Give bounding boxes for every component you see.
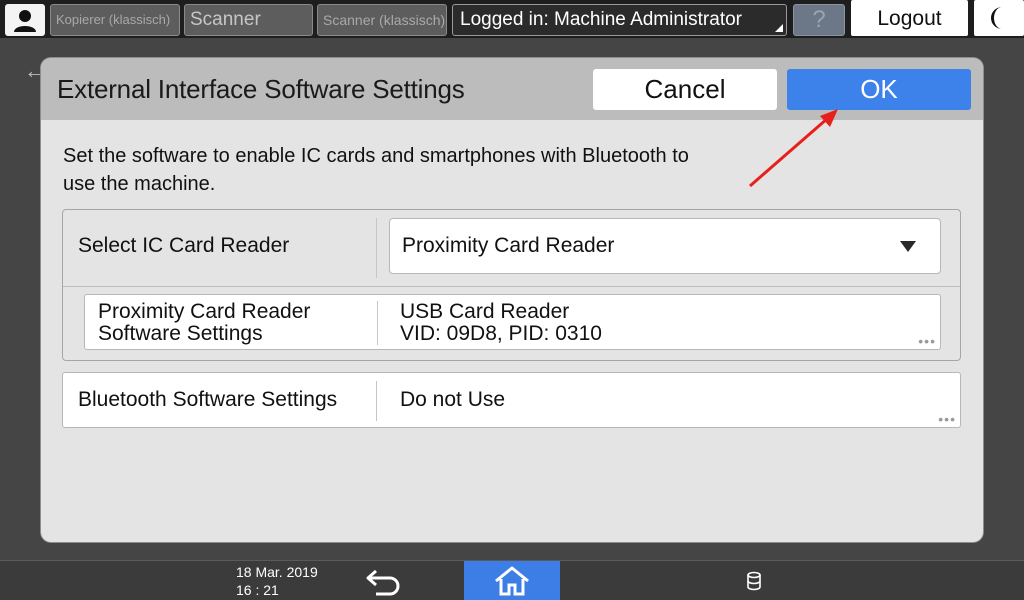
- help-button[interactable]: ?: [793, 4, 845, 36]
- login-status-text: Logged in: Machine Administrator: [460, 9, 742, 30]
- card-reader-ids: VID: 09D8, PID: 0310: [400, 322, 602, 345]
- ic-card-reader-value: Proximity Card Reader: [402, 234, 615, 257]
- moon-icon: [991, 7, 1002, 29]
- dropdown-arrow-icon: [900, 241, 916, 252]
- app-tab-kopierer[interactable]: Kopierer (klassisch): [50, 4, 180, 36]
- energy-saver-button[interactable]: [974, 0, 1024, 36]
- home-button[interactable]: [464, 561, 560, 600]
- app-tab-scanner-classic[interactable]: Scanner (klassisch): [317, 4, 447, 36]
- dialog-description: Set the software to enable IC cards and …: [63, 145, 689, 195]
- back-arrow-icon: [366, 569, 400, 596]
- divider: [377, 301, 378, 345]
- bluetooth-settings-label: Bluetooth Software Settings: [78, 388, 338, 411]
- bluetooth-settings-value: Do not Use: [400, 388, 506, 411]
- ic-card-reader-label: Select IC Card Reader: [78, 234, 290, 257]
- app-tab-scanner[interactable]: Scanner: [184, 4, 313, 36]
- annotation-arrow-icon: [749, 109, 838, 188]
- more-icon: •••: [918, 333, 936, 349]
- bluetooth-settings-button[interactable]: Bluetooth Software Settings Do not Use •…: [62, 372, 961, 428]
- dialog-title: External Interface Software Settings: [57, 74, 465, 104]
- divider: [376, 381, 377, 421]
- user-button[interactable]: [5, 4, 45, 36]
- user-icon: [14, 10, 36, 32]
- ic-card-reader-row: Select IC Card Reader Proximity Card Rea…: [63, 210, 960, 287]
- card-reader-type: USB Card Reader: [400, 300, 570, 323]
- date-text: 18 Mar. 2019: [236, 564, 318, 580]
- proximity-card-settings-button[interactable]: Proximity Card Reader Software Settings …: [84, 294, 941, 350]
- logout-button[interactable]: Logout: [851, 0, 968, 36]
- date-time: 18 Mar. 2019 16 : 21: [236, 563, 318, 599]
- ic-card-group: Select IC Card Reader Proximity Card Rea…: [62, 209, 961, 361]
- home-icon: [495, 566, 529, 596]
- more-icon: •••: [938, 411, 956, 427]
- back-button[interactable]: [362, 565, 408, 597]
- proximity-card-settings-value: USB Card Reader VID: 09D8, PID: 0310: [400, 301, 602, 345]
- divider: [376, 218, 377, 278]
- time-text: 16 : 21: [236, 582, 279, 598]
- bottom-bar: 18 Mar. 2019 16 : 21: [0, 560, 1024, 600]
- login-status-button[interactable]: Logged in: Machine Administrator: [452, 4, 787, 36]
- ic-card-reader-select[interactable]: Proximity Card Reader: [389, 218, 941, 274]
- proximity-card-settings-label: Proximity Card Reader Software Settings: [98, 300, 311, 345]
- storage-icon: [747, 571, 761, 591]
- corner-indicator-icon: [775, 24, 783, 32]
- top-bar: Kopierer (klassisch) Scanner Scanner (kl…: [0, 0, 1024, 38]
